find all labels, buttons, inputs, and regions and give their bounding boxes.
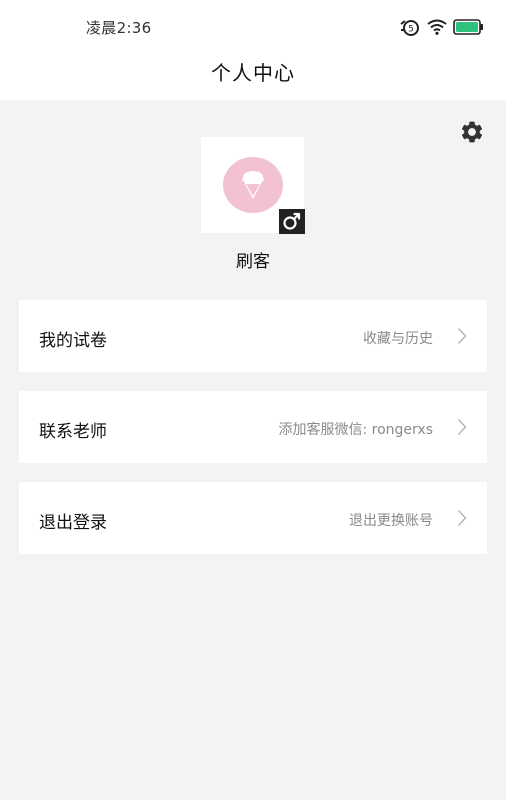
menu-item-label: 联系老师 [39, 422, 107, 442]
wifi-icon [427, 19, 447, 35]
menu-item-logout[interactable]: 退出登录 退出更换账号 [19, 482, 487, 554]
alarm-icon: 5 [400, 20, 419, 36]
status-bar: 凌晨2:36 5 [0, 0, 506, 54]
chevron-right-icon [457, 510, 467, 526]
chevron-right-icon [457, 419, 467, 435]
menu-item-subtitle: 收藏与历史 [363, 331, 433, 347]
menu-item-label: 退出登录 [39, 513, 107, 533]
page-title: 个人中心 [211, 61, 295, 85]
status-time: 凌晨2:36 [86, 19, 152, 37]
menu-item-my-papers[interactable]: 我的试卷 收藏与历史 [19, 300, 487, 372]
battery-icon [453, 19, 483, 35]
chevron-right-icon [457, 328, 467, 344]
menu-item-contact-teacher[interactable]: 联系老师 添加客服微信: rongerxs [19, 391, 487, 463]
menu-item-label: 我的试卷 [39, 331, 107, 351]
alarm-badge: 5 [408, 25, 414, 35]
nav-bar: 个人中心 [0, 54, 506, 100]
settings-button[interactable] [459, 119, 485, 145]
menu-item-subtitle: 退出更换账号 [349, 513, 433, 529]
username: 刷客 [236, 252, 270, 272]
menu-item-subtitle: 添加客服微信: rongerxs [278, 422, 433, 438]
gender-badge [279, 209, 305, 234]
gear-icon [461, 121, 483, 143]
status-icons: 5 [399, 17, 484, 37]
avatar-circle [223, 157, 283, 213]
ice-cream-icon [242, 171, 264, 199]
male-icon [283, 212, 301, 230]
